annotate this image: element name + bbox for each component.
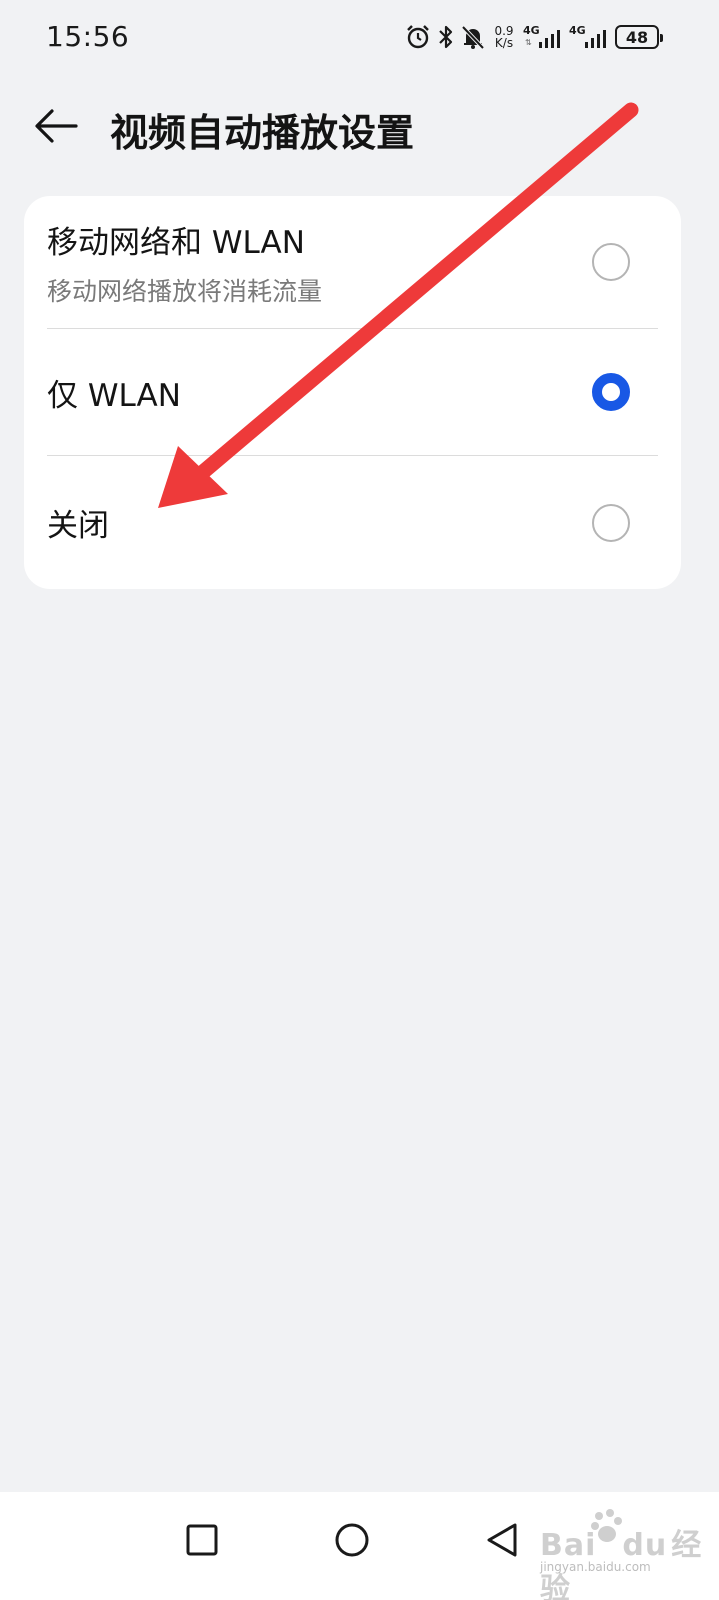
option-label: 仅 WLAN — [47, 377, 181, 414]
option-text: 仅 WLAN — [47, 370, 181, 415]
option-wlan-only[interactable]: 仅 WLAN — [24, 329, 681, 455]
watermark-url: jingyan.baidu.com — [540, 1560, 651, 1574]
option-mobile-and-wlan[interactable]: 移动网络和 WLAN 移动网络播放将消耗流量 — [24, 196, 681, 328]
bell-off-icon — [461, 22, 485, 52]
alarm-icon — [405, 22, 431, 52]
radio-wlan-only[interactable] — [592, 373, 630, 411]
page-title: 视频自动播放设置 — [110, 111, 415, 155]
network-speed: 0.9 K/s — [491, 25, 517, 49]
option-text: 移动网络和 WLAN 移动网络播放将消耗流量 — [47, 217, 322, 308]
battery-level: 48 — [625, 27, 649, 47]
signal-sim-2: 4G — [569, 22, 609, 52]
signal-icon — [539, 30, 560, 48]
radio-mobile-and-wlan[interactable] — [592, 243, 630, 281]
nav-back-button[interactable] — [474, 1512, 530, 1568]
arrow-left-icon — [35, 109, 78, 143]
radio-off[interactable] — [592, 503, 630, 542]
option-off[interactable]: 关闭 — [24, 456, 681, 589]
triangle-back-icon — [487, 1523, 517, 1557]
recent-apps-button[interactable] — [174, 1512, 230, 1568]
option-text: 关闭 — [47, 500, 109, 545]
option-label: 移动网络和 WLAN — [47, 224, 305, 261]
bluetooth-icon — [437, 22, 455, 52]
status-bar: 15:56 0.9 K/s 4G ⇅ 4G 48 — [0, 0, 719, 76]
signal-icon — [585, 30, 606, 48]
speed-unit: K/s — [494, 36, 514, 50]
circle-icon — [335, 1523, 369, 1557]
battery-icon: 48 — [615, 25, 663, 49]
status-icons: 0.9 K/s 4G ⇅ 4G 48 — [405, 22, 663, 52]
baidu-jingyan-watermark: Bai du 经验 jingyan.baidu.com — [540, 1508, 710, 1600]
autoplay-options-card: 移动网络和 WLAN 移动网络播放将消耗流量 仅 WLAN 关闭 — [24, 196, 681, 589]
back-button[interactable] — [28, 100, 84, 152]
home-button[interactable] — [324, 1512, 380, 1568]
status-time: 15:56 — [46, 20, 130, 53]
data-arrows-icon: ⇅ — [525, 38, 532, 47]
signal-sim-1: 4G ⇅ — [523, 22, 563, 52]
option-sublabel: 移动网络播放将消耗流量 — [47, 276, 323, 306]
option-label: 关闭 — [47, 508, 109, 544]
square-icon — [186, 1524, 218, 1556]
